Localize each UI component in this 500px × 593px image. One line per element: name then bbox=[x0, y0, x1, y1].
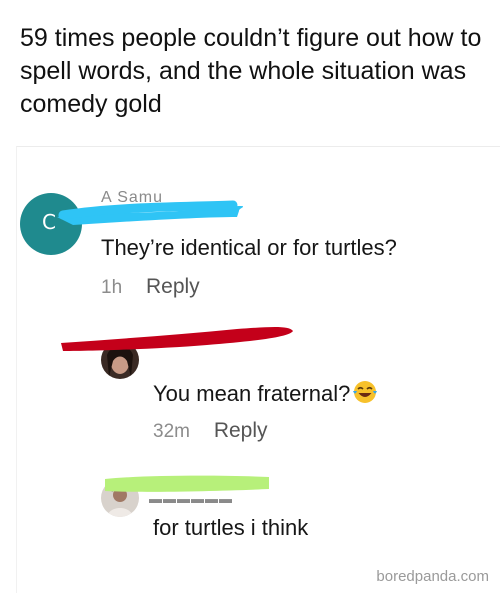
comment-1-reply-button[interactable]: Reply bbox=[146, 275, 200, 298]
comment-1-time: 1h bbox=[101, 277, 123, 298]
comment-2-meta: 32m Reply bbox=[153, 419, 268, 443]
red-redaction-scribble bbox=[61, 327, 293, 351]
comment-3-text: for turtles i think bbox=[153, 515, 309, 540]
comment-2-text-body: You mean fraternal? bbox=[153, 381, 351, 406]
comment-2-reply-button[interactable]: Reply bbox=[214, 419, 268, 442]
comment-1-text: They’re identical or for turtles? bbox=[101, 235, 397, 260]
avatar-user-3 bbox=[101, 479, 139, 517]
article-headline: 59 times people couldn’t figure out how … bbox=[20, 24, 482, 118]
tears-of-joy-emoji-icon bbox=[353, 381, 378, 403]
avatar-user-2 bbox=[101, 341, 139, 379]
comment-2-text: You mean fraternal? bbox=[153, 379, 378, 407]
redacted-username-1: A Samu bbox=[101, 189, 164, 206]
comment-2-time: 32m bbox=[153, 421, 190, 442]
boredpanda-watermark: boredpanda.com bbox=[376, 568, 489, 585]
avatar-c: C bbox=[20, 193, 82, 255]
comment-thread-screenshot: C A Samu They’re identical or for turtle… bbox=[16, 146, 500, 593]
comment-1-meta: 1h Reply bbox=[101, 275, 200, 299]
avatar-letter: C bbox=[42, 210, 56, 234]
redacted-username-3: ▬▬▬▬▬▬ bbox=[149, 491, 233, 506]
